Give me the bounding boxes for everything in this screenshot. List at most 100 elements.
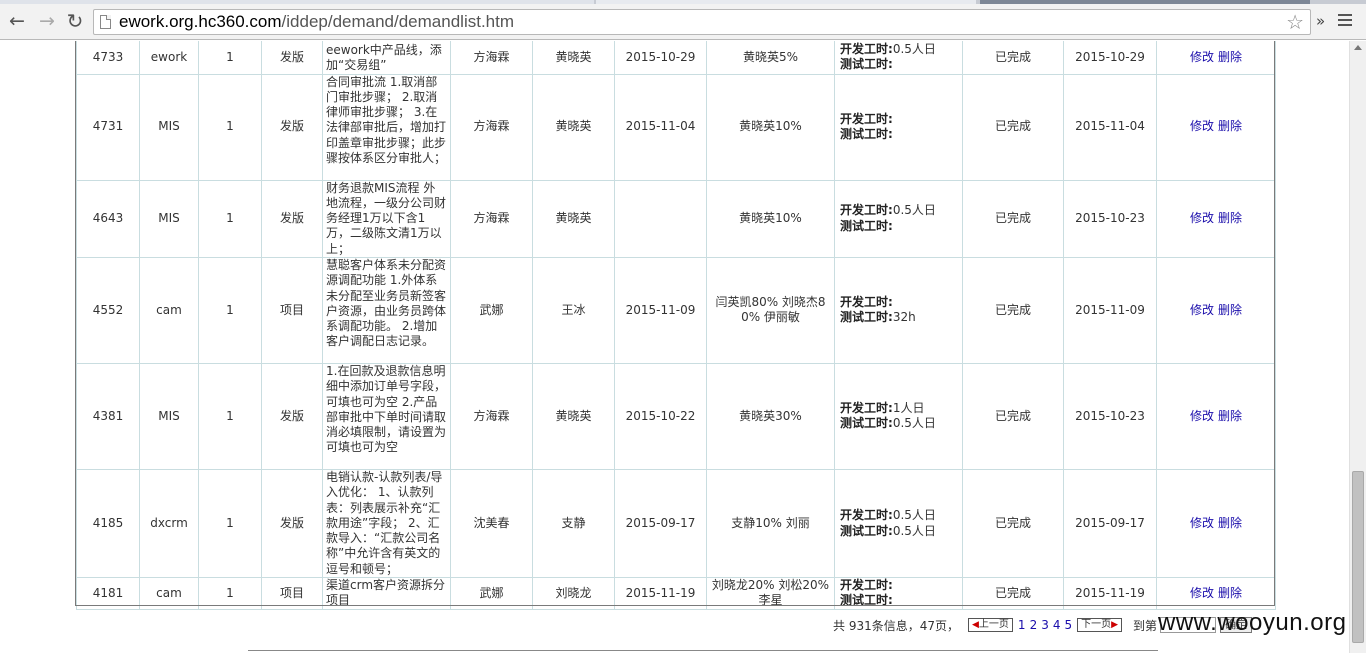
table-row: 4181 cam 1 项目 渠道crm客户资源拆分项目 武娜 刘晓龙 2015-11-19 刘晓… xyxy=(76,577,1276,610)
cell-type: 发版 xyxy=(261,468,323,579)
cell-status: 已完成 xyxy=(962,256,1064,364)
cell-description: 慧聪客户体系未分配资源调配功能 1.外体系未分配至业务员新签客户资源，由业务员跨… xyxy=(322,256,451,364)
edit-link[interactable]: 修改 xyxy=(1190,50,1214,64)
edit-link[interactable]: 修改 xyxy=(1190,516,1214,530)
reload-icon[interactable]: ↻ xyxy=(64,10,86,32)
delete-link[interactable]: 删除 xyxy=(1218,516,1242,530)
next-page-button[interactable]: 下一页▶ xyxy=(1077,618,1123,632)
demand-table: 4733 ework 1 发版 eework中产品线，添加“交易组” 方海霖 黄晓英 2015… xyxy=(76,41,1276,610)
delete-link[interactable]: 删除 xyxy=(1218,119,1242,133)
cell-done-date: 2015-11-04 xyxy=(1063,73,1157,181)
page-link[interactable]: 2 xyxy=(1030,618,1038,632)
cell-type: 发版 xyxy=(261,362,323,470)
cell-status: 已完成 xyxy=(962,468,1064,579)
cell-done-date: 2015-10-29 xyxy=(1063,41,1157,75)
cell-actions: 修改 删除 xyxy=(1156,179,1276,258)
edit-link[interactable]: 修改 xyxy=(1190,119,1214,133)
cell-done-date: 2015-11-09 xyxy=(1063,256,1157,364)
cell-id: 4643 xyxy=(76,179,140,258)
test-hours: 测试工时:0.5人日 xyxy=(840,416,958,431)
test-hours-label: 测试工时: xyxy=(840,310,893,325)
vertical-scrollbar[interactable] xyxy=(1349,41,1366,653)
dev-hours-value: 1人日 xyxy=(892,401,925,416)
page-link[interactable]: 4 xyxy=(1053,618,1061,632)
test-hours: 测试工时: xyxy=(840,127,958,142)
cell-date: 2015-11-04 xyxy=(614,73,707,181)
prev-page-button[interactable]: ◀上一页 xyxy=(968,618,1013,632)
dev-hours-label: 开发工时: xyxy=(840,295,893,310)
scrollbar-thumb[interactable] xyxy=(1352,471,1364,643)
cell-hours: 开发工时: 测试工时: xyxy=(834,577,963,610)
dev-hours: 开发工时: xyxy=(840,295,958,310)
cell-type: 发版 xyxy=(261,179,323,258)
cell-actions: 修改 删除 xyxy=(1156,41,1276,75)
cell-status: 已完成 xyxy=(962,73,1064,181)
cell-status: 已完成 xyxy=(962,41,1064,75)
table-row: 4733 ework 1 发版 eework中产品线，添加“交易组” 方海霖 黄晓英 2015… xyxy=(76,41,1276,75)
page-link[interactable]: 5 xyxy=(1064,618,1072,632)
dev-hours-label: 开发工时: xyxy=(840,111,893,126)
cell-date: 2015-11-09 xyxy=(614,256,707,364)
hamburger-menu-icon[interactable] xyxy=(1338,14,1352,28)
edit-link[interactable]: 修改 xyxy=(1190,409,1214,423)
test-hours-value: 0.5人日 xyxy=(892,416,936,431)
watermark: www.wooyun.org xyxy=(1158,609,1347,636)
cell-actions: 修改 删除 xyxy=(1156,256,1276,364)
cell-status: 已完成 xyxy=(962,179,1064,258)
forward-arrow-icon[interactable]: → xyxy=(36,10,58,32)
page-link[interactable]: 1 xyxy=(1018,618,1026,632)
cell-type: 发版 xyxy=(261,73,323,181)
next-triangle-icon: ▶ xyxy=(1111,620,1119,630)
dev-hours-value: 0.5人日 xyxy=(892,41,936,56)
test-hours-label: 测试工时: xyxy=(840,523,893,538)
back-arrow-icon[interactable]: ← xyxy=(6,10,28,32)
test-hours: 测试工时:32h xyxy=(840,310,958,325)
address-bar[interactable]: ework.org.hc360.com/iddep/demand/demandl… xyxy=(93,9,1311,35)
star-icon[interactable]: ☆ xyxy=(1286,11,1304,33)
cell-system: dxcrm xyxy=(139,468,199,579)
dev-hours-label: 开发工时: xyxy=(840,401,893,416)
prev-page-label: 上一页 xyxy=(978,619,1009,630)
page-link[interactable]: 3 xyxy=(1041,618,1049,632)
cell-owner: 黄晓英 xyxy=(532,41,615,75)
cell-system: cam xyxy=(139,577,199,610)
cell-hours: 开发工时:1人日 测试工时:0.5人日 xyxy=(834,362,963,470)
cell-actions: 修改 删除 xyxy=(1156,577,1276,610)
delete-link[interactable]: 删除 xyxy=(1218,409,1242,423)
goto-label: 到第 xyxy=(1133,618,1158,633)
cell-actions: 修改 删除 xyxy=(1156,73,1276,181)
edit-link[interactable]: 修改 xyxy=(1190,586,1214,600)
cell-system: cam xyxy=(139,256,199,364)
delete-link[interactable]: 删除 xyxy=(1218,50,1242,64)
table-row: 4381 MIS 1 发版 1.在回款及退款信息明细中添加订单号字段，可填也可为空 2.… xyxy=(76,362,1276,470)
cell-date: 2015-09-17 xyxy=(614,468,707,579)
cell-quantity: 1 xyxy=(198,73,262,181)
browser-toolbar: ← → ↻ ework.org.hc360.com/iddep/demand/d… xyxy=(0,4,1366,40)
delete-link[interactable]: 删除 xyxy=(1218,303,1242,317)
table-row: 4185 dxcrm 1 发版 电销认款-认款列表/导入优化： 1、认款列表：列表展示补… xyxy=(76,468,1276,579)
cell-system: MIS xyxy=(139,179,199,258)
dev-hours-label: 开发工时: xyxy=(840,41,893,56)
cell-date: 2015-11-19 xyxy=(614,577,707,610)
cell-owner: 刘晓龙 xyxy=(532,577,615,610)
dev-hours: 开发工时:1人日 xyxy=(840,401,958,416)
cell-assignees: 黄晓英10% xyxy=(706,73,835,181)
cell-proposer: 武娜 xyxy=(450,577,533,610)
edit-link[interactable]: 修改 xyxy=(1190,211,1214,225)
dev-hours-value: 0.5人日 xyxy=(892,203,936,218)
cell-hours: 开发工时:0.5人日 测试工时: xyxy=(834,41,963,75)
extensions-chevron[interactable]: » xyxy=(1316,12,1325,30)
cell-assignees: 刘晓龙20% 刘松20% 李星 xyxy=(706,577,835,610)
edit-link[interactable]: 修改 xyxy=(1190,303,1214,317)
delete-link[interactable]: 删除 xyxy=(1218,211,1242,225)
cell-quantity: 1 xyxy=(198,468,262,579)
scroll-up-arrow-icon[interactable] xyxy=(1354,45,1362,50)
table-row: 4552 cam 1 项目 慧聪客户体系未分配资源调配功能 1.外体系未分配至业务员新签… xyxy=(76,256,1276,364)
cell-proposer: 武娜 xyxy=(450,256,533,364)
delete-link[interactable]: 删除 xyxy=(1218,586,1242,600)
dev-hours: 开发工时:0.5人日 xyxy=(840,42,958,57)
cell-proposer: 方海霖 xyxy=(450,73,533,181)
cell-date: 2015-10-22 xyxy=(614,362,707,470)
url-text[interactable]: ework.org.hc360.com/iddep/demand/demandl… xyxy=(119,12,514,32)
cell-description: 财务退款MIS流程 外地流程，一级分公司财务经理1万以下含1万，二级陈文清1万以… xyxy=(322,179,451,258)
